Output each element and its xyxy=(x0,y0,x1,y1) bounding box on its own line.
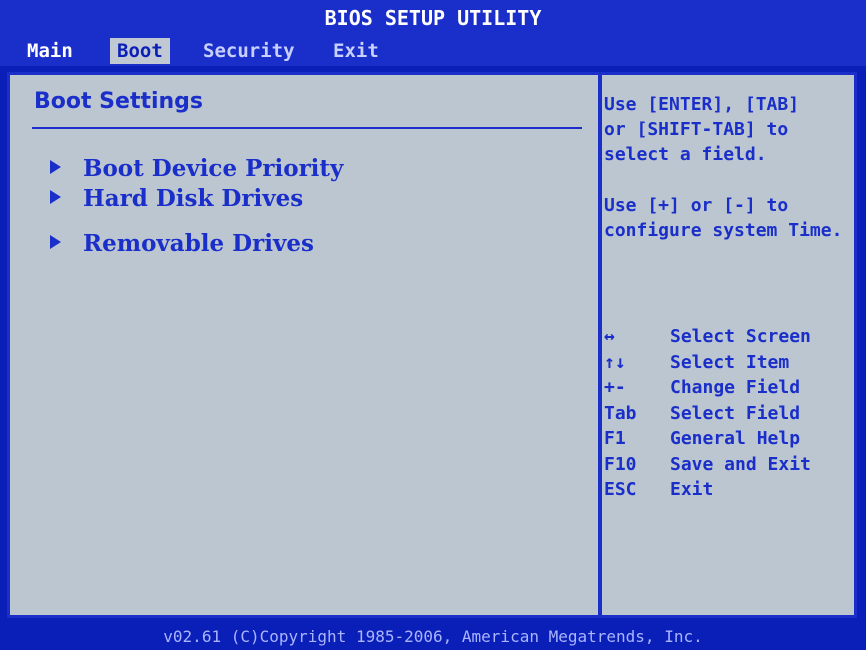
boot-device-priority-label: Boot Device Priority xyxy=(83,155,344,182)
f1-key: F1 xyxy=(604,428,626,449)
tab-boot[interactable]: Boot xyxy=(110,38,170,64)
panel-divider xyxy=(598,75,602,615)
key-desc: Exit xyxy=(670,479,714,500)
key-desc: General Help xyxy=(670,428,801,449)
submenu-arrow-icon xyxy=(50,235,61,249)
tab-security[interactable]: Security xyxy=(196,38,302,64)
help-text-configure: Use [+] or [-] to configure system Time. xyxy=(604,195,843,241)
left-right-arrow-icon: ↔ xyxy=(604,326,615,347)
copyright-footer: v02.61 (C)Copyright 1985-2006, American … xyxy=(0,624,866,650)
hard-disk-drives-label: Hard Disk Drives xyxy=(83,185,304,212)
f10-key: F10 xyxy=(604,453,637,475)
removable-drives-item[interactable]: Removable Drives xyxy=(50,230,314,257)
key-desc: Change Field xyxy=(670,377,801,398)
key-desc: Save and Exit xyxy=(670,453,811,475)
boot-device-priority-item[interactable]: Boot Device Priority xyxy=(50,155,343,182)
key-desc: Select Item xyxy=(670,351,790,373)
section-divider xyxy=(32,127,582,129)
tab-exit[interactable]: Exit xyxy=(326,38,386,64)
window-title: BIOS SETUP UTILITY xyxy=(0,0,866,36)
up-down-arrow-icon: ↑↓ xyxy=(604,351,626,373)
plus-minus-key: +- xyxy=(604,377,626,398)
tab-main[interactable]: Main xyxy=(20,38,80,64)
removable-drives-label: Removable Drives xyxy=(83,230,314,257)
key-desc: Select Field xyxy=(670,402,801,424)
submenu-arrow-icon xyxy=(50,160,61,174)
section-title: Boot Settings xyxy=(34,89,204,114)
menu-bar: Main Boot Security Exit xyxy=(0,36,866,66)
hard-disk-drives-item[interactable]: Hard Disk Drives xyxy=(50,185,303,212)
esc-key: ESC xyxy=(604,479,637,500)
submenu-arrow-icon xyxy=(50,190,61,204)
tab-key: Tab xyxy=(604,402,637,424)
key-desc: Select Screen xyxy=(670,326,811,347)
help-text-navigation: Use [ENTER], [TAB] or [SHIFT-TAB] to sel… xyxy=(604,94,800,165)
